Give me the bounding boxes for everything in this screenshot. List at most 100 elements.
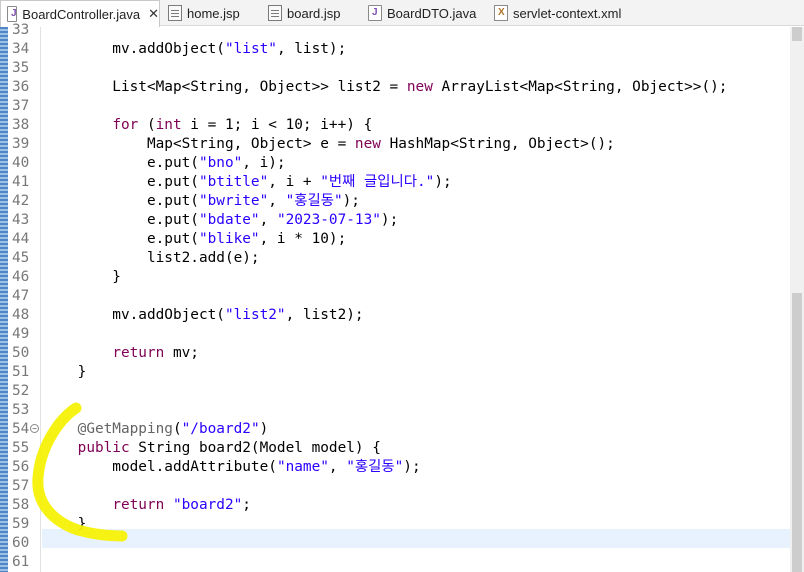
tab-label: board.jsp: [287, 5, 341, 21]
code-token: "/board2": [181, 421, 260, 437]
code-token: (: [138, 117, 156, 133]
close-icon[interactable]: ✕: [148, 6, 159, 22]
code-line[interactable]: 34 mv.addObject("list", list);: [0, 40, 790, 59]
code-token: mv.addObject(: [43, 41, 225, 57]
code-lines[interactable]: 33 34 mv.addObject("list", list); 35 36 Lis…: [0, 21, 790, 572]
code-token: String board2(Model model) {: [129, 440, 381, 456]
code-token: "blike": [198, 231, 260, 247]
code-line[interactable]: 50 return mv;: [0, 344, 790, 363]
code-token: }: [43, 516, 87, 532]
code-token: return: [112, 345, 165, 361]
code-line[interactable]: 57: [0, 477, 790, 496]
code-text: Map<String, Object> e = new HashMap<Stri…: [43, 135, 615, 154]
code-line[interactable]: 53: [0, 401, 790, 420]
code-token: "bno": [198, 155, 243, 171]
code-token: List<Map<String, Object>> list2 =: [43, 79, 407, 95]
code-line[interactable]: 39 Map<String, Object> e = new HashMap<S…: [0, 135, 790, 154]
line-number: 47: [12, 288, 30, 304]
code-line[interactable]: 41 e.put("btitle", i + "번째 글입니다.");: [0, 173, 790, 192]
tab-label: home.jsp: [187, 5, 240, 21]
code-text: }: [43, 515, 87, 534]
line-number: 57: [12, 478, 30, 494]
code-token: new: [354, 136, 381, 152]
code-line[interactable]: 51 }: [0, 363, 790, 382]
line-number: 49: [12, 326, 30, 342]
code-text: }: [43, 363, 87, 382]
code-token: }: [43, 364, 87, 380]
code-editor[interactable]: 33 34 mv.addObject("list", list); 35 36 Lis…: [0, 22, 804, 572]
code-text: mv.addObject("list2", list2);: [43, 306, 364, 325]
code-line[interactable]: 37: [0, 97, 790, 116]
code-text: }: [43, 268, 121, 287]
code-token: ;: [242, 497, 251, 513]
line-number: 58: [12, 497, 30, 513]
code-token: ,: [268, 193, 286, 209]
code-line[interactable]: 61: [0, 553, 790, 572]
code-token: model.addAttribute(: [43, 459, 277, 475]
code-token: i = 1; i < 10; i++) {: [181, 117, 373, 133]
code-token: );: [403, 459, 421, 475]
code-line[interactable]: 46 }: [0, 268, 790, 287]
code-token: , i);: [242, 155, 286, 171]
code-line[interactable]: 58 return "board2";: [0, 496, 790, 515]
code-line[interactable]: 55 public String board2(Model model) {: [0, 439, 790, 458]
code-line[interactable]: 40 e.put("bno", i);: [0, 154, 790, 173]
scrollbar-thumb[interactable]: [792, 293, 802, 572]
line-number: 38: [12, 117, 30, 133]
tab-label: BoardDTO.java: [387, 5, 477, 21]
code-token: return: [112, 497, 165, 513]
code-line[interactable]: 45 list2.add(e);: [0, 249, 790, 268]
code-token: list2.add(e);: [43, 250, 260, 266]
line-number: 46: [12, 269, 30, 285]
code-token: e.put(: [43, 212, 199, 228]
code-text: e.put("blike", i * 10);: [43, 230, 346, 249]
code-line[interactable]: 36 List<Map<String, Object>> list2 = new…: [0, 78, 790, 97]
fold-collapse-icon[interactable]: −: [30, 424, 39, 433]
line-number: 53: [12, 402, 30, 418]
code-token: e.put(: [43, 193, 199, 209]
tab-label: servlet-context.xml: [513, 5, 622, 21]
line-number: 44: [12, 231, 30, 247]
code-text: @GetMapping("/board2"): [43, 420, 269, 439]
code-line[interactable]: 43 e.put("bdate", "2023-07-13");: [0, 211, 790, 230]
code-line[interactable]: 59 }: [0, 515, 790, 534]
code-token: "list": [224, 41, 277, 57]
code-token: e.put(: [43, 231, 199, 247]
code-token: Map<String, Object> e =: [43, 136, 355, 152]
line-number: 40: [12, 155, 30, 171]
code-token: "홍길동": [285, 193, 343, 209]
code-token: mv.addObject(: [43, 307, 225, 323]
line-number: 45: [12, 250, 30, 266]
code-line[interactable]: 52: [0, 382, 790, 401]
code-line[interactable]: 47: [0, 287, 790, 306]
code-token: ,: [259, 212, 277, 228]
code-line[interactable]: 42 e.put("bwrite", "홍길동");: [0, 192, 790, 211]
vertical-scrollbar[interactable]: [790, 27, 804, 572]
code-token: e.put(: [43, 155, 199, 171]
code-token: "list2": [224, 307, 286, 323]
code-token: , list2);: [285, 307, 364, 323]
code-line[interactable]: 35: [0, 59, 790, 78]
code-line[interactable]: 49: [0, 325, 790, 344]
code-line[interactable]: 56 model.addAttribute("name", "홍길동");: [0, 458, 790, 477]
code-line[interactable]: 33: [0, 21, 790, 40]
code-token: new: [406, 79, 433, 95]
code-text: public String board2(Model model) {: [43, 439, 381, 458]
code-token: e.put(: [43, 174, 199, 190]
tab-label: BoardController.java: [22, 6, 141, 22]
code-line[interactable]: 60: [0, 534, 790, 553]
code-token: mv;: [164, 345, 199, 361]
code-token: "board2": [172, 497, 243, 513]
code-line[interactable]: 54− @GetMapping("/board2"): [0, 420, 790, 439]
code-line[interactable]: 44 e.put("blike", i * 10);: [0, 230, 790, 249]
code-line[interactable]: 48 mv.addObject("list2", list2);: [0, 306, 790, 325]
code-token: }: [43, 269, 121, 285]
scrollbar-arrow-up[interactable]: [792, 27, 802, 41]
code-token: "홍길동": [346, 459, 404, 475]
code-text: e.put("bwrite", "홍길동");: [43, 192, 360, 211]
code-line[interactable]: 38 for (int i = 1; i < 10; i++) {: [0, 116, 790, 135]
